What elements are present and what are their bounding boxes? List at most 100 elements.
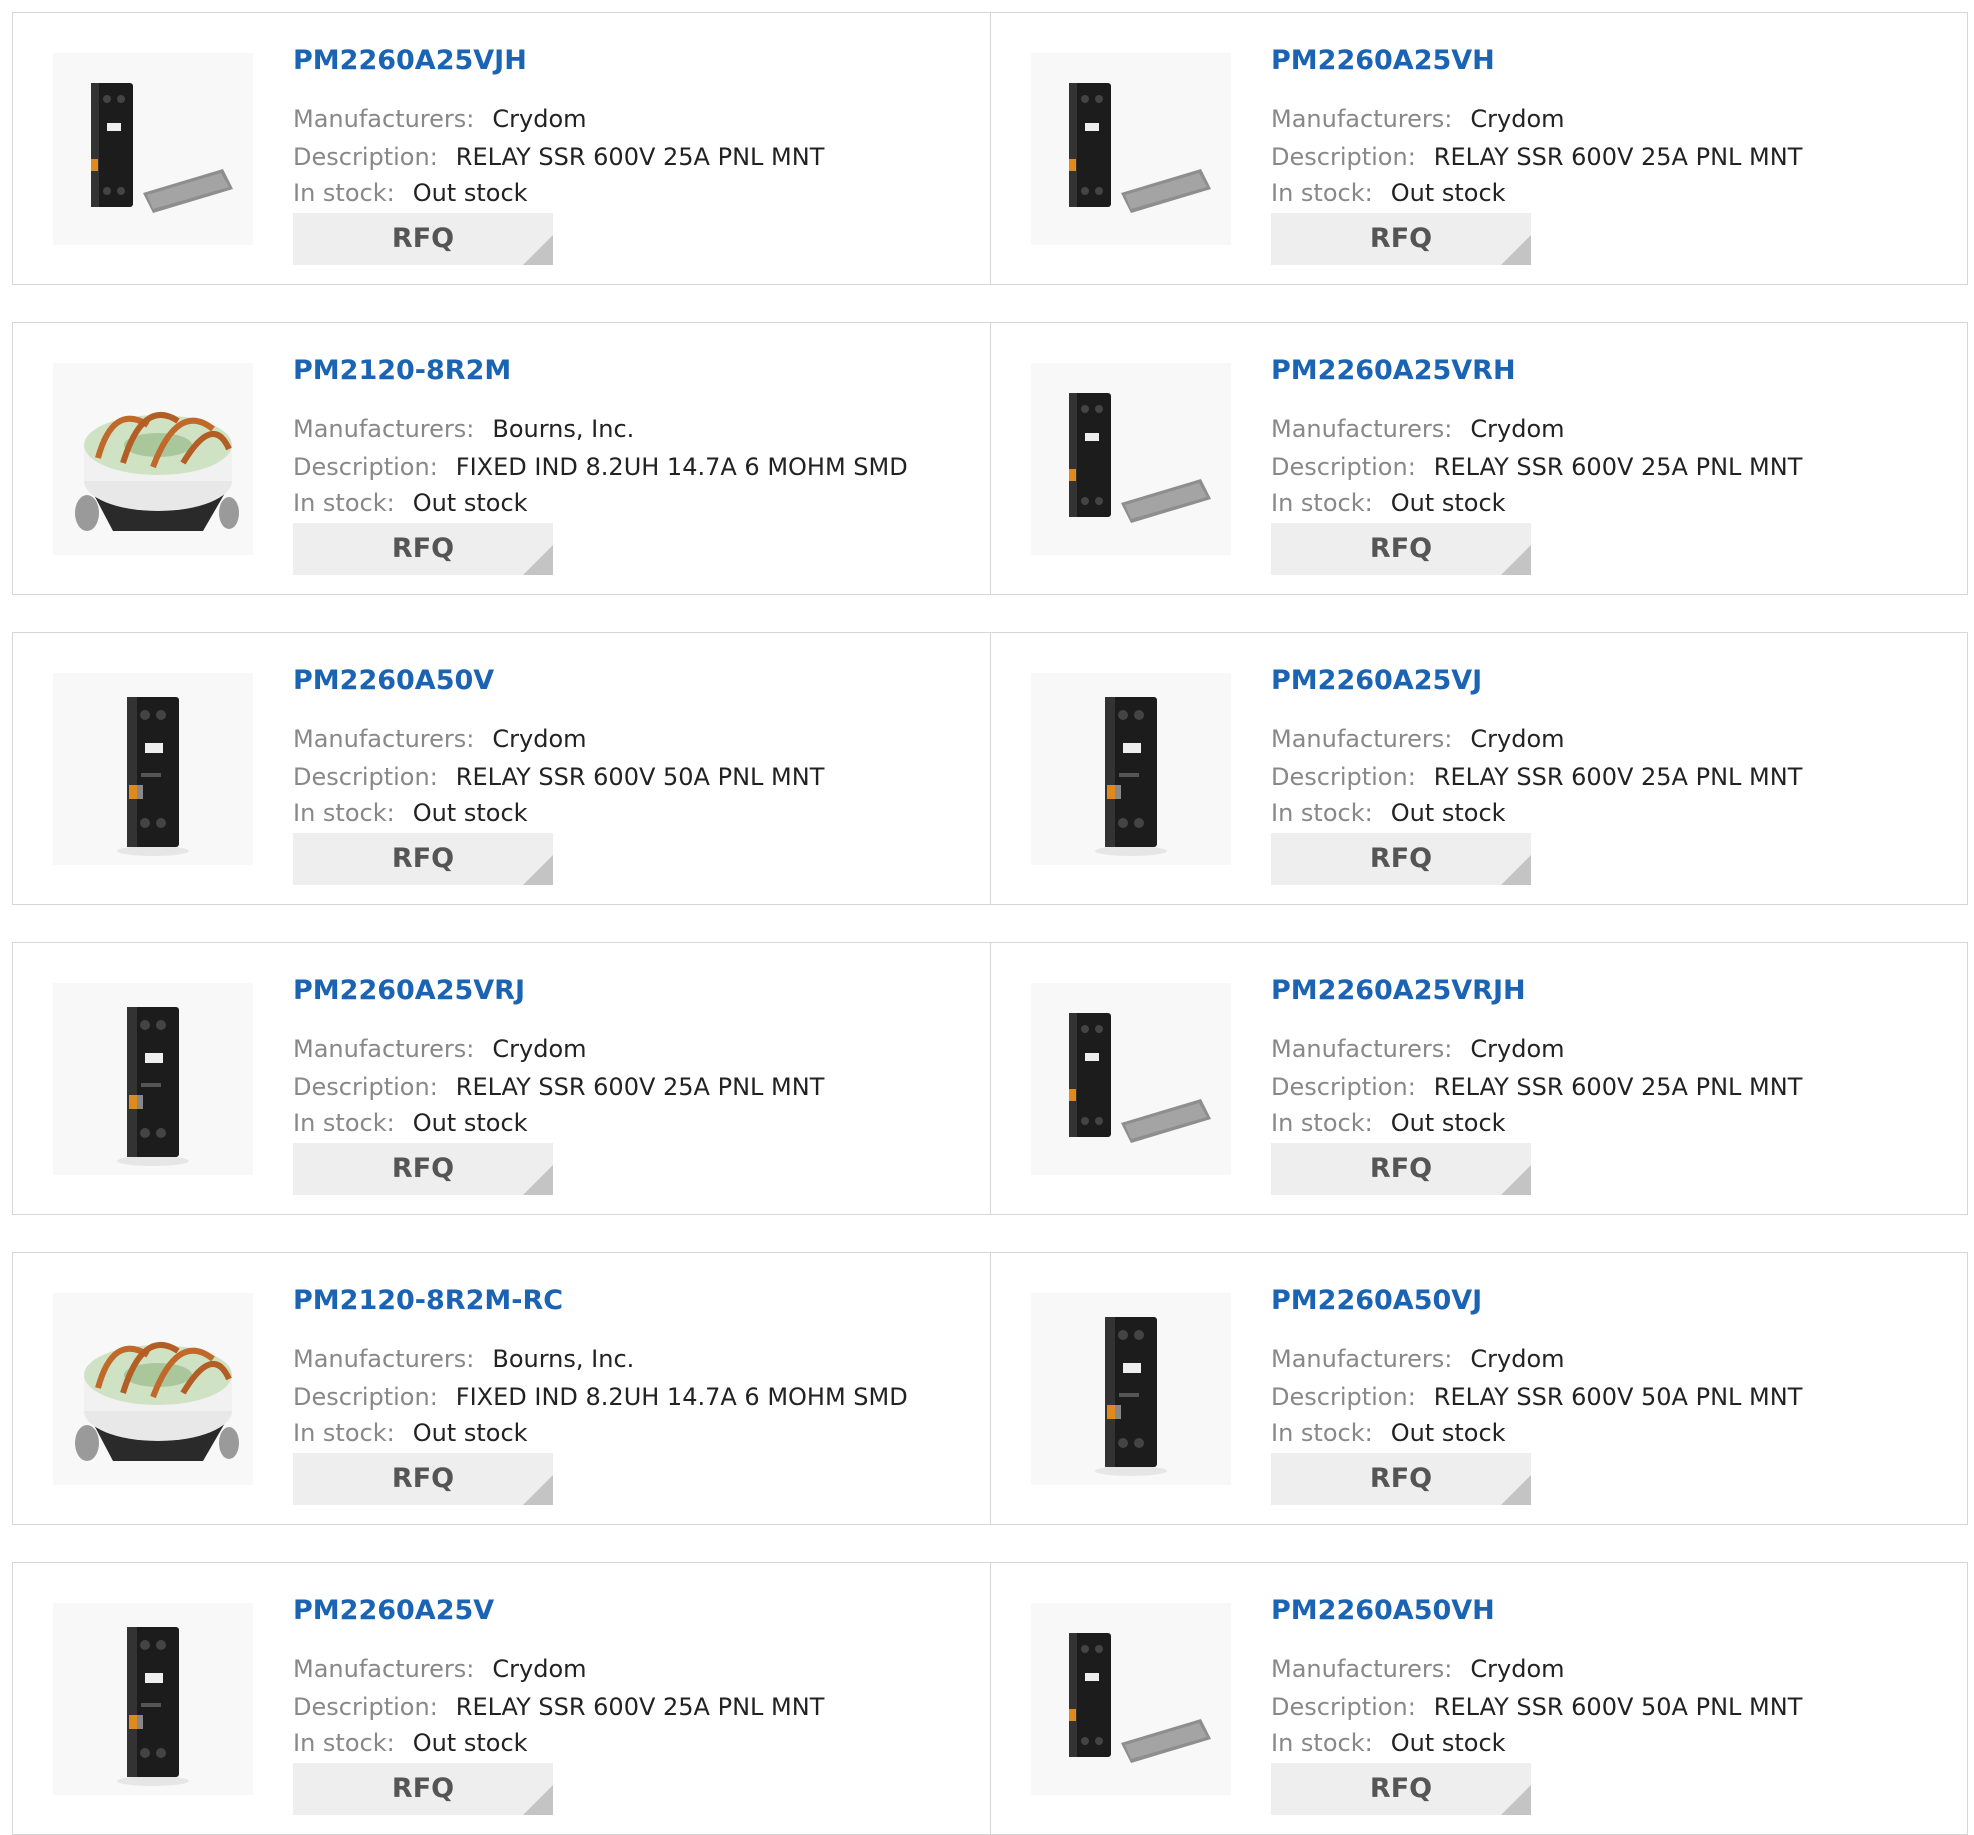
- stock-label: In stock:: [293, 1729, 395, 1757]
- product-part-number-link[interactable]: PM2120-8R2M-RC: [293, 1285, 563, 1316]
- stock-line: In stock: Out stock: [1271, 489, 1506, 517]
- product-image[interactable]: [53, 53, 253, 245]
- description-line: Description: RELAY SSR 600V 25A PNL MNT: [1271, 453, 1802, 481]
- rfq-button-label: RFQ: [1369, 1773, 1433, 1804]
- description-label: Description:: [1271, 1073, 1416, 1101]
- rfq-button-label: RFQ: [1369, 223, 1433, 254]
- product-image[interactable]: [1031, 1603, 1231, 1795]
- description-line: Description: RELAY SSR 600V 25A PNL MNT: [293, 143, 824, 171]
- description-value: FIXED IND 8.2UH 14.7A 6 MOHM SMD: [455, 1383, 908, 1411]
- manufacturer-value: Crydom: [1470, 1035, 1565, 1063]
- stock-value: Out stock: [1390, 179, 1506, 207]
- manufacturer-value: Crydom: [1470, 105, 1565, 133]
- product-image[interactable]: [1031, 53, 1231, 245]
- rfq-button[interactable]: RFQ: [293, 1763, 553, 1815]
- product-part-number-link[interactable]: PM2260A25VRJH: [1271, 975, 1526, 1006]
- product-part-number-link[interactable]: PM2260A50VH: [1271, 1595, 1495, 1626]
- product-part-number-link[interactable]: PM2260A25VRH: [1271, 355, 1516, 386]
- stock-line: In stock: Out stock: [1271, 799, 1506, 827]
- description-line: Description: RELAY SSR 600V 25A PNL MNT: [1271, 1073, 1802, 1101]
- relay-with-pad-picture: [1031, 1603, 1231, 1795]
- stock-value: Out stock: [1390, 489, 1506, 517]
- description-label: Description:: [1271, 763, 1416, 791]
- product-image[interactable]: [1031, 363, 1231, 555]
- product-card: PM2120-8R2M Manufacturers: Bourns, Inc. D…: [13, 323, 990, 594]
- product-row: PM2120-8R2M-RC Manufacturers: Bourns, Inc…: [12, 1252, 1968, 1525]
- description-value: RELAY SSR 600V 50A PNL MNT: [1433, 1693, 1803, 1721]
- rfq-button[interactable]: RFQ: [1271, 213, 1531, 265]
- manufacturer-line: Manufacturers: Crydom: [1271, 725, 1565, 753]
- rfq-button[interactable]: RFQ: [293, 1453, 553, 1505]
- description-label: Description:: [293, 453, 438, 481]
- stock-value: Out stock: [1390, 1419, 1506, 1447]
- product-image[interactable]: [53, 673, 253, 865]
- stock-label: In stock:: [1271, 1729, 1373, 1757]
- product-row: PM2260A25V Manufacturers: Crydom Descript…: [12, 1562, 1968, 1835]
- rfq-button[interactable]: RFQ: [293, 1143, 553, 1195]
- product-part-number-link[interactable]: PM2260A25VJH: [293, 45, 527, 76]
- manufacturer-line: Manufacturers: Crydom: [293, 725, 587, 753]
- stock-label: In stock:: [293, 1419, 395, 1447]
- stock-line: In stock: Out stock: [293, 1419, 528, 1447]
- rfq-button[interactable]: RFQ: [293, 523, 553, 575]
- product-image[interactable]: [53, 1603, 253, 1795]
- manufacturer-label: Manufacturers:: [1271, 725, 1453, 753]
- rfq-button[interactable]: RFQ: [1271, 1143, 1531, 1195]
- relay-with-pad-picture: [1031, 363, 1231, 555]
- stock-value: Out stock: [412, 799, 528, 827]
- rfq-button-label: RFQ: [391, 223, 455, 254]
- rfq-button[interactable]: RFQ: [1271, 833, 1531, 885]
- description-line: Description: RELAY SSR 600V 25A PNL MNT: [293, 1073, 824, 1101]
- product-part-number-link[interactable]: PM2260A25VRJ: [293, 975, 525, 1006]
- product-image[interactable]: [53, 983, 253, 1175]
- description-line: Description: RELAY SSR 600V 50A PNL MNT: [1271, 1383, 1802, 1411]
- rfq-button[interactable]: RFQ: [293, 833, 553, 885]
- stock-line: In stock: Out stock: [1271, 1109, 1506, 1137]
- relay-with-pad-picture: [1031, 983, 1231, 1175]
- product-part-number-link[interactable]: PM2260A25V: [293, 1595, 494, 1626]
- stock-line: In stock: Out stock: [1271, 1419, 1506, 1447]
- manufacturer-label: Manufacturers:: [1271, 105, 1453, 133]
- relay-picture: [53, 673, 253, 865]
- manufacturer-value: Crydom: [492, 1655, 587, 1683]
- manufacturer-label: Manufacturers:: [293, 1035, 475, 1063]
- button-corner-triangle: [1501, 235, 1531, 265]
- manufacturer-value: Crydom: [492, 1035, 587, 1063]
- rfq-button[interactable]: RFQ: [293, 213, 553, 265]
- rfq-button[interactable]: RFQ: [1271, 1763, 1531, 1815]
- product-image[interactable]: [1031, 983, 1231, 1175]
- rfq-button-label: RFQ: [391, 1153, 455, 1184]
- button-corner-triangle: [523, 545, 553, 575]
- product-part-number-link[interactable]: PM2260A50V: [293, 665, 494, 696]
- product-row: PM2260A25VJH Manufacturers: Crydom Descri…: [12, 12, 1968, 285]
- rfq-button[interactable]: RFQ: [1271, 523, 1531, 575]
- description-label: Description:: [293, 1073, 438, 1101]
- toroid-inductor-picture: [53, 363, 253, 555]
- product-image[interactable]: [1031, 673, 1231, 865]
- stock-label: In stock:: [1271, 489, 1373, 517]
- stock-label: In stock:: [1271, 1419, 1373, 1447]
- stock-value: Out stock: [1390, 799, 1506, 827]
- description-line: Description: RELAY SSR 600V 25A PNL MNT: [1271, 763, 1802, 791]
- stock-value: Out stock: [412, 489, 528, 517]
- description-label: Description:: [293, 763, 438, 791]
- product-part-number-link[interactable]: PM2260A25VH: [1271, 45, 1495, 76]
- description-value: RELAY SSR 600V 50A PNL MNT: [1433, 1383, 1803, 1411]
- stock-value: Out stock: [1390, 1109, 1506, 1137]
- relay-picture: [53, 1603, 253, 1795]
- rfq-button[interactable]: RFQ: [1271, 1453, 1531, 1505]
- product-image[interactable]: [53, 1293, 253, 1485]
- product-part-number-link[interactable]: PM2120-8R2M: [293, 355, 511, 386]
- stock-label: In stock:: [1271, 179, 1373, 207]
- product-image[interactable]: [53, 363, 253, 555]
- stock-label: In stock:: [293, 1109, 395, 1137]
- product-part-number-link[interactable]: PM2260A25VJ: [1271, 665, 1482, 696]
- product-image[interactable]: [1031, 1293, 1231, 1485]
- product-part-number-link[interactable]: PM2260A50VJ: [1271, 1285, 1482, 1316]
- description-label: Description:: [1271, 143, 1416, 171]
- description-line: Description: RELAY SSR 600V 50A PNL MNT: [293, 763, 824, 791]
- manufacturer-value: Crydom: [1470, 1345, 1565, 1373]
- product-card: PM2260A25VJH Manufacturers: Crydom Descri…: [13, 13, 990, 284]
- description-line: Description: RELAY SSR 600V 25A PNL MNT: [293, 1693, 824, 1721]
- rfq-button-label: RFQ: [1369, 1153, 1433, 1184]
